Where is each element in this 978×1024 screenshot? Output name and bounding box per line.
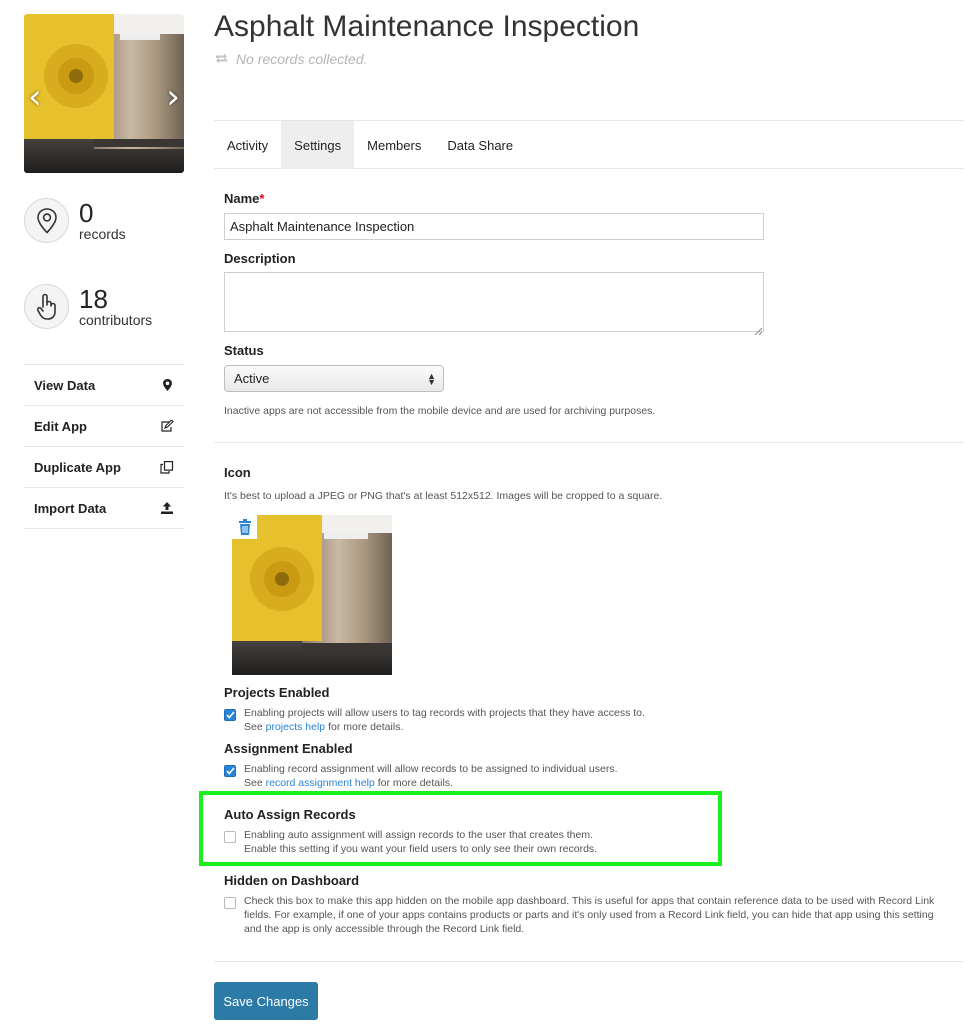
resize-handle-icon[interactable] [754, 322, 763, 340]
records-count: 0 [79, 197, 94, 228]
name-field-label: Name* [224, 191, 264, 206]
section-divider [214, 961, 964, 962]
save-changes-button[interactable]: Save Changes [214, 982, 318, 1020]
sidebar-item-duplicate-app[interactable]: Duplicate App [24, 447, 184, 488]
app-icon-preview [232, 515, 392, 675]
trash-icon [238, 519, 251, 535]
contributors-count: 18 [79, 283, 108, 314]
contributors-label: contributors [79, 311, 153, 328]
status-hint: Inactive apps are not accessible from th… [224, 405, 656, 417]
sidebar-item-import-data[interactable]: Import Data [24, 488, 184, 529]
sidebar-menu: View Data Edit App Duplicate App Import … [24, 364, 184, 529]
records-status-line: No records collected. [214, 51, 368, 67]
assignment-enabled-description: Enabling record assignment will allow re… [244, 762, 618, 790]
contributors-stat: 18 contributors [24, 284, 152, 329]
hidden-on-dashboard-checkbox[interactable] [224, 897, 236, 909]
checkmark-icon [225, 767, 235, 775]
delete-icon-button[interactable] [232, 515, 257, 539]
road-roller-icon-image [232, 515, 392, 675]
checkmark-icon [225, 711, 235, 719]
description-label: Description [224, 251, 296, 266]
auto-assign-checkbox[interactable] [224, 831, 236, 843]
records-stat: 0 records [24, 198, 126, 243]
auto-assign-line-2: Enable this setting if you want your fie… [244, 843, 598, 855]
sync-icon [214, 51, 229, 67]
icon-label: Icon [224, 465, 251, 480]
description-textarea[interactable] [224, 272, 764, 332]
pointing-hand-icon [24, 284, 69, 329]
name-label-text: Name [224, 191, 260, 206]
see-text: See [244, 721, 263, 733]
status-select[interactable]: Active ▲ ▼ [224, 365, 444, 392]
assignment-enabled-label: Assignment Enabled [224, 741, 353, 756]
upload-icon [160, 501, 174, 515]
record-assignment-help-link[interactable]: record assignment help [266, 777, 375, 789]
tab-data-share[interactable]: Data Share [434, 121, 526, 169]
icon-hint: It's best to upload a JPEG or PNG that's… [224, 490, 663, 502]
projects-enabled-text: Enabling projects will allow users to ta… [244, 707, 645, 719]
status-selected-value: Active [234, 371, 270, 386]
page-title: Asphalt Maintenance Inspection [214, 10, 640, 43]
more-details-text: for more details. [328, 721, 404, 733]
status-label: Status [224, 343, 264, 358]
name-input[interactable] [224, 213, 764, 240]
projects-enabled-label: Projects Enabled [224, 685, 330, 700]
projects-enabled-checkbox[interactable] [224, 709, 236, 721]
assignment-enabled-checkbox[interactable] [224, 765, 236, 777]
sidebar-item-label: View Data [34, 377, 96, 393]
sidebar-item-view-data[interactable]: View Data [24, 365, 184, 406]
previous-image-arrow[interactable]: ‹ [28, 80, 42, 114]
sidebar-item-label: Import Data [34, 500, 107, 516]
section-divider [214, 442, 964, 443]
records-label: records [79, 225, 126, 242]
hidden-on-dashboard-description: Check this box to make this app hidden o… [244, 895, 935, 935]
tab-bar: Activity Settings Members Data Share [214, 120, 964, 169]
tab-settings[interactable]: Settings [281, 121, 355, 169]
sidebar-item-label: Edit App [34, 418, 87, 434]
more-details-text: for more details. [377, 777, 453, 789]
hidden-on-dashboard-label: Hidden on Dashboard [224, 873, 360, 888]
map-pin-icon [24, 198, 69, 243]
required-asterisk: * [259, 191, 265, 206]
sidebar-item-edit-app[interactable]: Edit App [24, 406, 184, 447]
app-cover-image: ‹ › [24, 14, 184, 173]
next-image-arrow[interactable]: › [166, 80, 180, 114]
auto-assign-description: Enabling auto assignment will assign rec… [244, 828, 597, 856]
projects-enabled-description: Enabling projects will allow users to ta… [244, 706, 645, 734]
sidebar-item-label: Duplicate App [34, 459, 121, 475]
tab-activity[interactable]: Activity [214, 121, 281, 169]
map-marker-icon [160, 378, 174, 392]
road-roller-image [24, 14, 184, 173]
edit-icon [160, 419, 174, 433]
auto-assign-line-1: Enabling auto assignment will assign rec… [244, 829, 594, 841]
projects-help-link[interactable]: projects help [266, 721, 326, 733]
status-text: No records collected. [236, 51, 368, 67]
select-arrows-icon: ▲ ▼ [427, 370, 436, 387]
assignment-enabled-text: Enabling record assignment will allow re… [244, 763, 618, 775]
see-text: See [244, 777, 263, 789]
auto-assign-label: Auto Assign Records [224, 807, 356, 822]
copy-icon [160, 460, 174, 474]
tab-members[interactable]: Members [354, 121, 434, 169]
